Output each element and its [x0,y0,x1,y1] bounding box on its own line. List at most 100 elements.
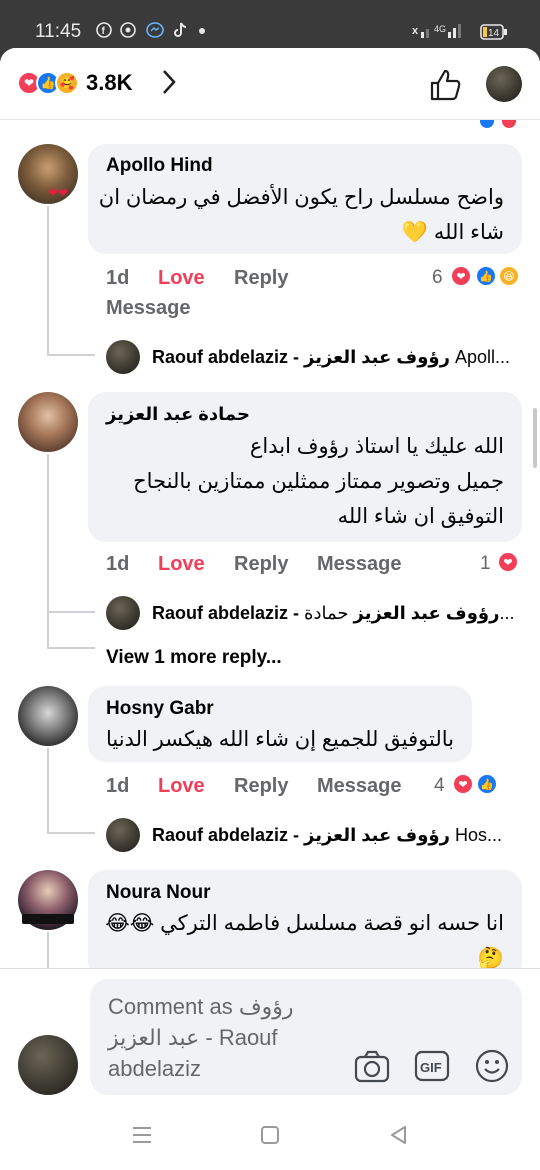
user-avatar[interactable] [486,66,522,102]
comment-line: شاء الله 💛 [401,221,504,244]
comment-reaction-count[interactable]: 1 [480,553,491,575]
reaction-count: 3.8K [86,70,133,95]
svg-text:x: x [412,25,419,37]
dot-icon [198,22,206,41]
reply-action[interactable]: Reply [234,267,288,290]
comment-bubble[interactable]: Noura Nour انا حسه انو قصة مسلسل فاطمه ا… [88,870,522,980]
love-action[interactable]: Love [158,775,205,798]
reply-action[interactable]: Reply [234,553,288,576]
commenter-avatar[interactable] [18,392,78,452]
recent-apps-icon[interactable] [132,1126,152,1149]
message-action[interactable]: Message [106,297,191,320]
reply-preview[interactable]: Raouf abdelaziz - رؤوف عبد العزيز Apoll.… [152,347,510,368]
comment-text: انا حسه انو قصة مسلسل فاطمه التركي 😂😂 🤔 [94,906,504,976]
heart-badge-icon: ❤❤ [48,186,69,200]
reply-author: Raouf abdelaziz - رؤوف عبد العزيز [152,347,450,367]
like-reaction-icon: 👍 [475,265,497,287]
comment-author[interactable]: Noura Nour [106,882,211,904]
reactions-summary[interactable]: ❤ 👍 🥰 3.8K [17,70,132,96]
placeholder-line: abdelaziz [108,1056,201,1081]
commenter-avatar[interactable] [18,870,78,930]
comment-time: 1d [106,553,130,575]
reply-snippet: Hos... [454,825,502,845]
clipped-row [0,120,540,128]
comment-author[interactable]: Hosny Gabr [106,698,214,720]
gif-icon[interactable]: GIF [414,1049,450,1083]
commenter-avatar[interactable] [18,686,78,746]
message-action[interactable]: Message [317,553,402,576]
back-icon[interactable] [389,1125,407,1150]
scrollbar[interactable] [533,408,537,468]
like-button-icon[interactable] [428,68,462,102]
thread-branch [47,354,95,356]
reply-preview[interactable]: Raouf abdelaziz - رؤوف عبد العزيز Hos... [152,825,502,846]
messenger-icon [146,22,164,41]
thread-line [47,748,49,834]
view-more-replies-link[interactable]: View 1 more reply... [106,647,282,669]
emoji-icon[interactable] [474,1049,510,1083]
love-action[interactable]: Love [158,267,205,290]
thread-branch [47,647,95,649]
reply-snippet: Apoll... [454,347,510,367]
love-reaction-icon: ❤ [497,551,519,573]
thread-line [47,454,49,649]
signal-icon: x 4G [412,22,470,43]
comment-line: واضح مسلسل راح يكون الأفضل في رمضان ان [98,186,504,209]
home-icon[interactable] [261,1126,279,1149]
comment-input[interactable]: Comment as رؤوف عبد العزيز - Raouf abdel… [90,979,522,1095]
comment-line: جميل وتصوير ممتاز ممثلين ممتازين بالنجاح [133,470,504,493]
comment-time: 1d [106,267,130,289]
facebook-icon: f [96,22,112,41]
comment-text: بالتوفيق للجميع إن شاء الله هيكسر الدنيا [104,722,454,757]
chevron-right-icon[interactable] [160,68,178,103]
comment-bubble[interactable]: Hosny Gabr بالتوفيق للجميع إن شاء الله ه… [88,686,472,762]
svg-text:4G: 4G [434,24,446,34]
status-time: 11:45 [35,21,82,42]
comment-author[interactable]: Apollo Hind [106,155,213,177]
svg-text:GIF: GIF [420,1060,442,1075]
commenter-avatar[interactable]: ❤❤ [18,144,78,204]
reply-author-avatar[interactable] [106,818,140,852]
comment-bubble[interactable]: حمادة عبد العزيز الله عليك يا استاذ رؤوف… [88,392,522,542]
camera-icon[interactable] [354,1049,390,1083]
comment-placeholder: Comment as رؤوف عبد العزيز - Raouf abdel… [108,991,358,1084]
comment-bubble[interactable]: Apollo Hind واضح مسلسل راح يكون الأفضل ف… [88,144,522,254]
reply-author-avatar[interactable] [106,596,140,630]
comment-text: واضح مسلسل راح يكون الأفضل في رمضان ان ش… [94,180,504,250]
avatar-caption [22,914,74,924]
composer-avatar[interactable] [18,1035,78,1095]
like-reaction-icon: 👍 [476,773,498,795]
comment-reaction-count[interactable]: 6 [432,267,443,289]
comment-line: انا حسه انو قصة مسلسل فاطمه التركي 😂😂 [105,912,504,935]
system-nav-bar [0,1098,540,1170]
comment-author[interactable]: حمادة عبد العزيز [106,404,250,425]
love-reaction-icon: ❤ [452,773,474,795]
comment-time: 1d [106,775,130,797]
message-action[interactable]: Message [317,775,402,798]
reply-author: Raouf abdelaziz - رؤوف عبد العزيز [152,825,450,845]
whatsapp-icon [120,22,136,41]
svg-text:f: f [102,26,106,37]
reply-preview[interactable]: Raouf abdelaziz - رؤوف عبد العزيز حمادة.… [152,603,514,624]
thread-line [47,206,49,356]
comments-sheet: ❤ 👍 🥰 3.8K ❤❤ Apollo Hind واضح مسلسل راح… [0,48,540,1170]
comment-text: الله عليك يا استاذ رؤوف ابداع جميل وتصوي… [94,429,504,534]
care-reaction-icon: 🥰 [55,71,79,95]
reply-action[interactable]: Reply [234,775,288,798]
svg-text:14: 14 [488,28,500,39]
love-reaction-icon: ❤ [450,265,472,287]
tiktok-icon [174,22,188,41]
love-action[interactable]: Love [158,553,205,576]
comment-reaction-count[interactable]: 4 [434,775,445,797]
reply-author-avatar[interactable] [106,340,140,374]
reactions-header: ❤ 👍 🥰 3.8K [0,48,540,120]
comment-line: التوفيق ان شاء الله [337,505,504,528]
thread-branch [47,832,95,834]
thread-line [47,932,49,972]
comment-line: الله عليك يا استاذ رؤوف ابداع [249,435,504,458]
comment-line: بالتوفيق للجميع إن شاء الله هيكسر الدنيا [105,728,454,751]
haha-reaction-icon: 😆 [498,265,520,287]
placeholder-line: عبد العزيز - Raouf [108,1025,278,1050]
status-bar: 11:45 f x 4G 14 [0,0,540,48]
thread-branch [47,611,95,613]
